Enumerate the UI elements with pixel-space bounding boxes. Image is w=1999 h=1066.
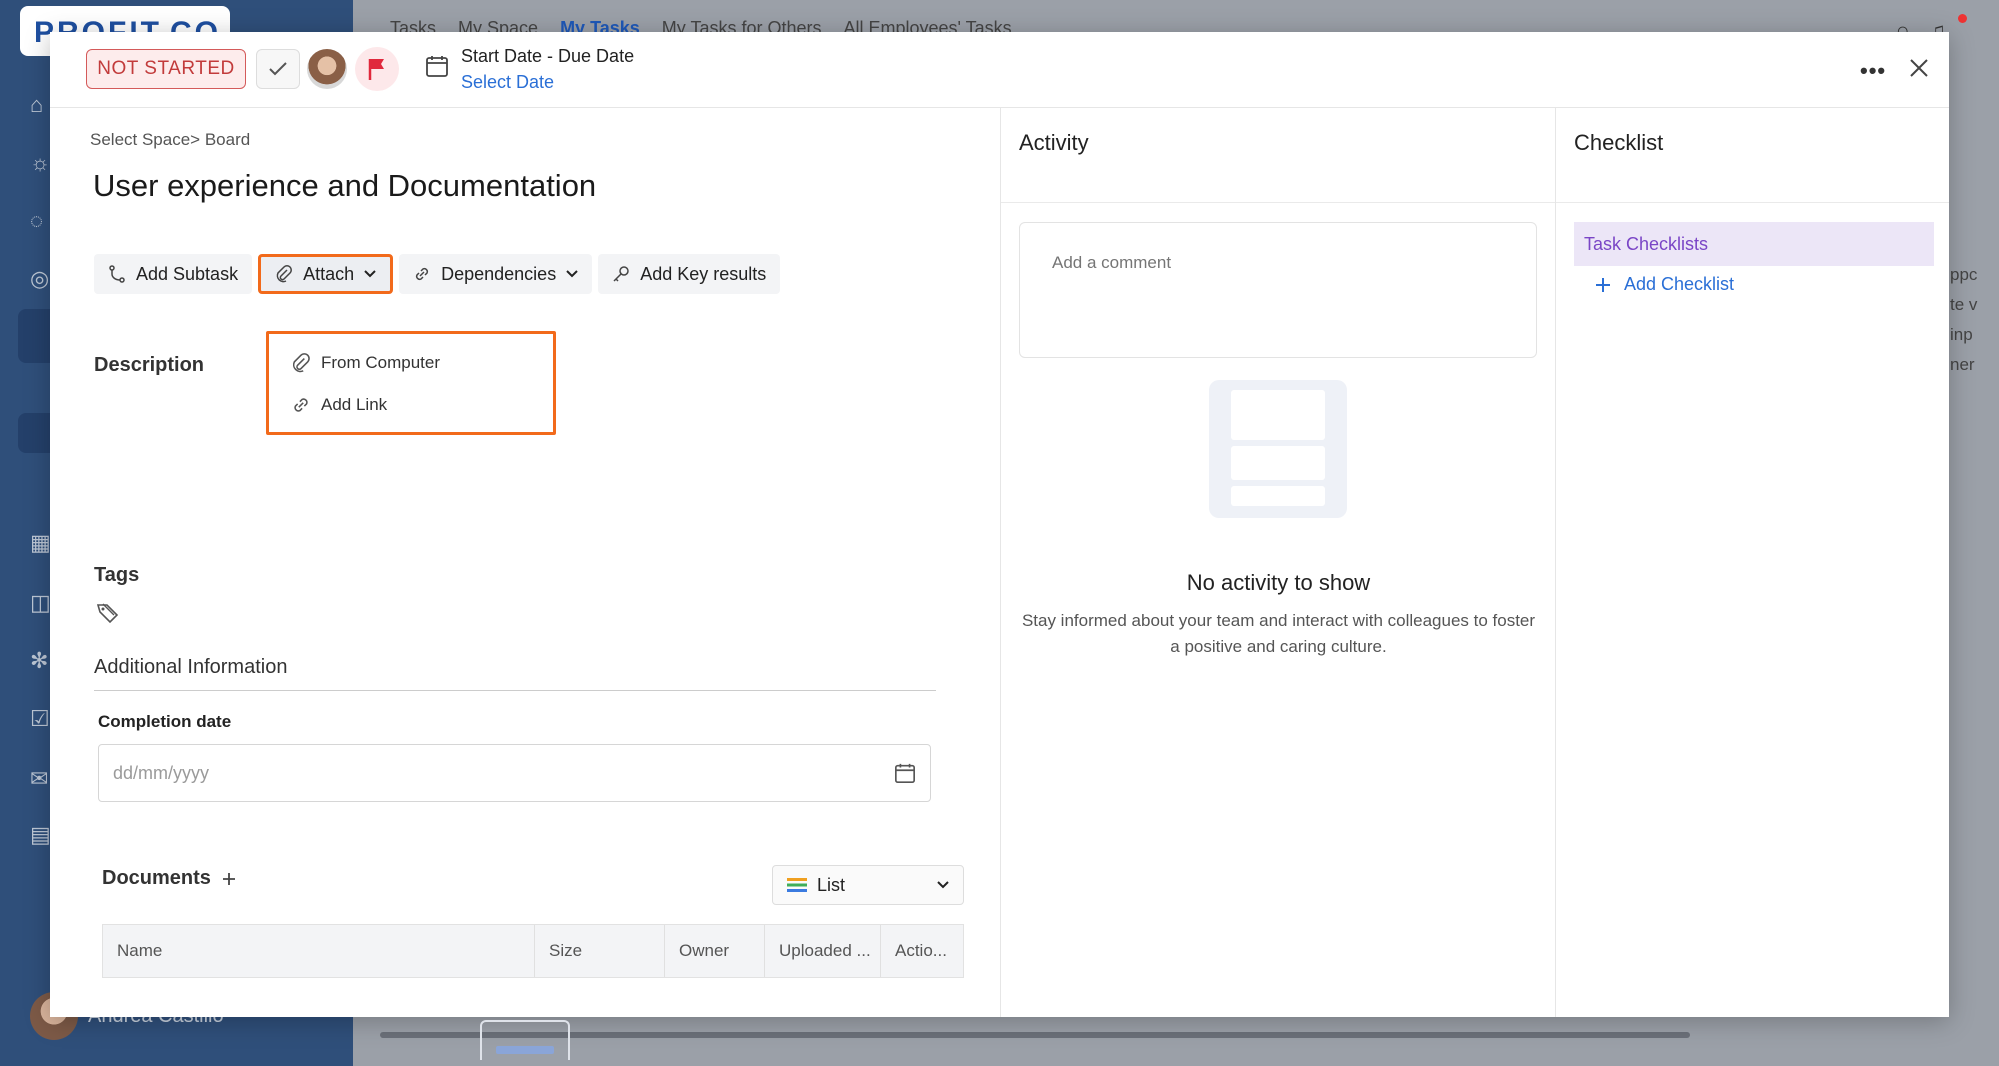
empty-activity-title: No activity to show [1186, 570, 1371, 595]
calendar-icon[interactable] [425, 54, 449, 83]
select-date-link[interactable]: Select Date [461, 72, 554, 93]
status-button[interactable]: NOT STARTED [86, 49, 246, 89]
description-label: Description [94, 354, 205, 376]
comment-input[interactable] [1019, 222, 1537, 358]
empty-activity-subtitle: Stay informed about your team and intera… [1021, 611, 1536, 656]
flag-icon [368, 59, 384, 80]
more-options-icon[interactable]: ••• [1860, 58, 1886, 84]
add-subtask-label: Add Subtask [136, 263, 239, 284]
completion-date-label: Completion date [98, 712, 232, 731]
breadcrumb[interactable]: Select Space> Board [90, 130, 250, 150]
attach-label: Attach [303, 263, 355, 284]
modal-header: NOT STARTED Start Date - Due Date Select… [50, 32, 1949, 108]
view-mode-select[interactable]: List [772, 865, 964, 905]
task-toolbar: Add Subtask Attach Dependencies Add Key … [94, 254, 781, 294]
link-icon [294, 398, 308, 412]
task-details-column: Select Space> Board User experience and … [50, 108, 1000, 1060]
column-owner[interactable]: Owner [665, 925, 765, 977]
list-icon [787, 878, 807, 892]
horizontal-scrollbar[interactable] [380, 1032, 1690, 1038]
tags-label: Tags [94, 564, 140, 586]
chevron-down-icon [566, 270, 578, 278]
column-actions[interactable]: Actio... [881, 925, 963, 977]
from-computer-label: From Computer [321, 353, 441, 372]
documents-label: Documents [102, 867, 211, 889]
link-icon [416, 267, 429, 281]
completion-date-field[interactable]: dd/mm/yyyy [98, 744, 931, 802]
add-checklist-label: Add Checklist [1624, 274, 1735, 294]
empty-activity-illustration [1209, 380, 1347, 518]
checklist-title: Checklist [1574, 130, 1664, 155]
paperclip-icon [292, 353, 310, 373]
add-key-results-label: Add Key results [640, 263, 767, 284]
date-range-label: Start Date - Due Date [461, 46, 635, 66]
add-document-icon[interactable] [221, 871, 237, 887]
additional-info-label: Additional Information [94, 656, 288, 678]
paperclip-icon [276, 265, 293, 283]
plus-icon [1596, 277, 1610, 292]
background-fragments: ppc te v inp ner [1950, 265, 1978, 374]
add-subtask-button[interactable]: Add Subtask [94, 254, 253, 294]
priority-button[interactable] [355, 47, 399, 91]
empty-documents-illustration [480, 1020, 570, 1060]
notification-dot [1958, 14, 1967, 23]
dependencies-button[interactable]: Dependencies [399, 254, 593, 294]
column-uploaded[interactable]: Uploaded ... [765, 925, 881, 977]
view-mode-label: List [817, 874, 846, 895]
divider [94, 690, 936, 691]
task-detail-modal: NOT STARTED Start Date - Due Date Select… [50, 32, 1949, 1060]
column-size[interactable]: Size [535, 925, 665, 977]
attach-dropdown-menu: From Computer Add Link [266, 331, 556, 435]
divider [1001, 202, 1555, 203]
chevron-down-icon [937, 881, 949, 889]
subtask-icon [109, 265, 125, 283]
completion-date-placeholder: dd/mm/yyyy [113, 762, 210, 783]
checklist-item-task-checklists[interactable]: Task Checklists [1574, 222, 1934, 266]
assignee-avatar[interactable] [307, 49, 347, 89]
dependencies-label: Dependencies [441, 263, 557, 284]
add-checklist-button[interactable]: Add Checklist [1594, 274, 1734, 295]
task-title[interactable]: User experience and Documentation [93, 168, 596, 204]
attach-button[interactable]: Attach [258, 254, 394, 294]
calendar-icon[interactable] [894, 762, 916, 784]
add-key-results-button[interactable]: Add Key results [598, 254, 781, 294]
column-name[interactable]: Name [103, 925, 535, 977]
tag-icon[interactable] [96, 602, 122, 629]
chevron-down-icon [364, 270, 376, 278]
activity-column: Activity No activity to show Stay inform… [1000, 108, 1555, 1017]
divider [1556, 202, 1949, 203]
activity-title: Activity [1019, 130, 1089, 155]
complete-button[interactable] [256, 49, 300, 89]
key-icon [613, 266, 629, 282]
close-icon[interactable] [1908, 57, 1930, 84]
add-link-label: Add Link [321, 395, 388, 414]
menu-item-add-link[interactable]: Add Link [269, 384, 553, 426]
documents-table-header: Name Size Owner Uploaded ... Actio... [102, 924, 964, 978]
check-icon [269, 62, 287, 76]
documents-header: Documents [102, 867, 237, 890]
checklist-column: Checklist Task Checklists Add Checklist [1555, 108, 1949, 1017]
menu-item-from-computer[interactable]: From Computer [269, 342, 553, 384]
